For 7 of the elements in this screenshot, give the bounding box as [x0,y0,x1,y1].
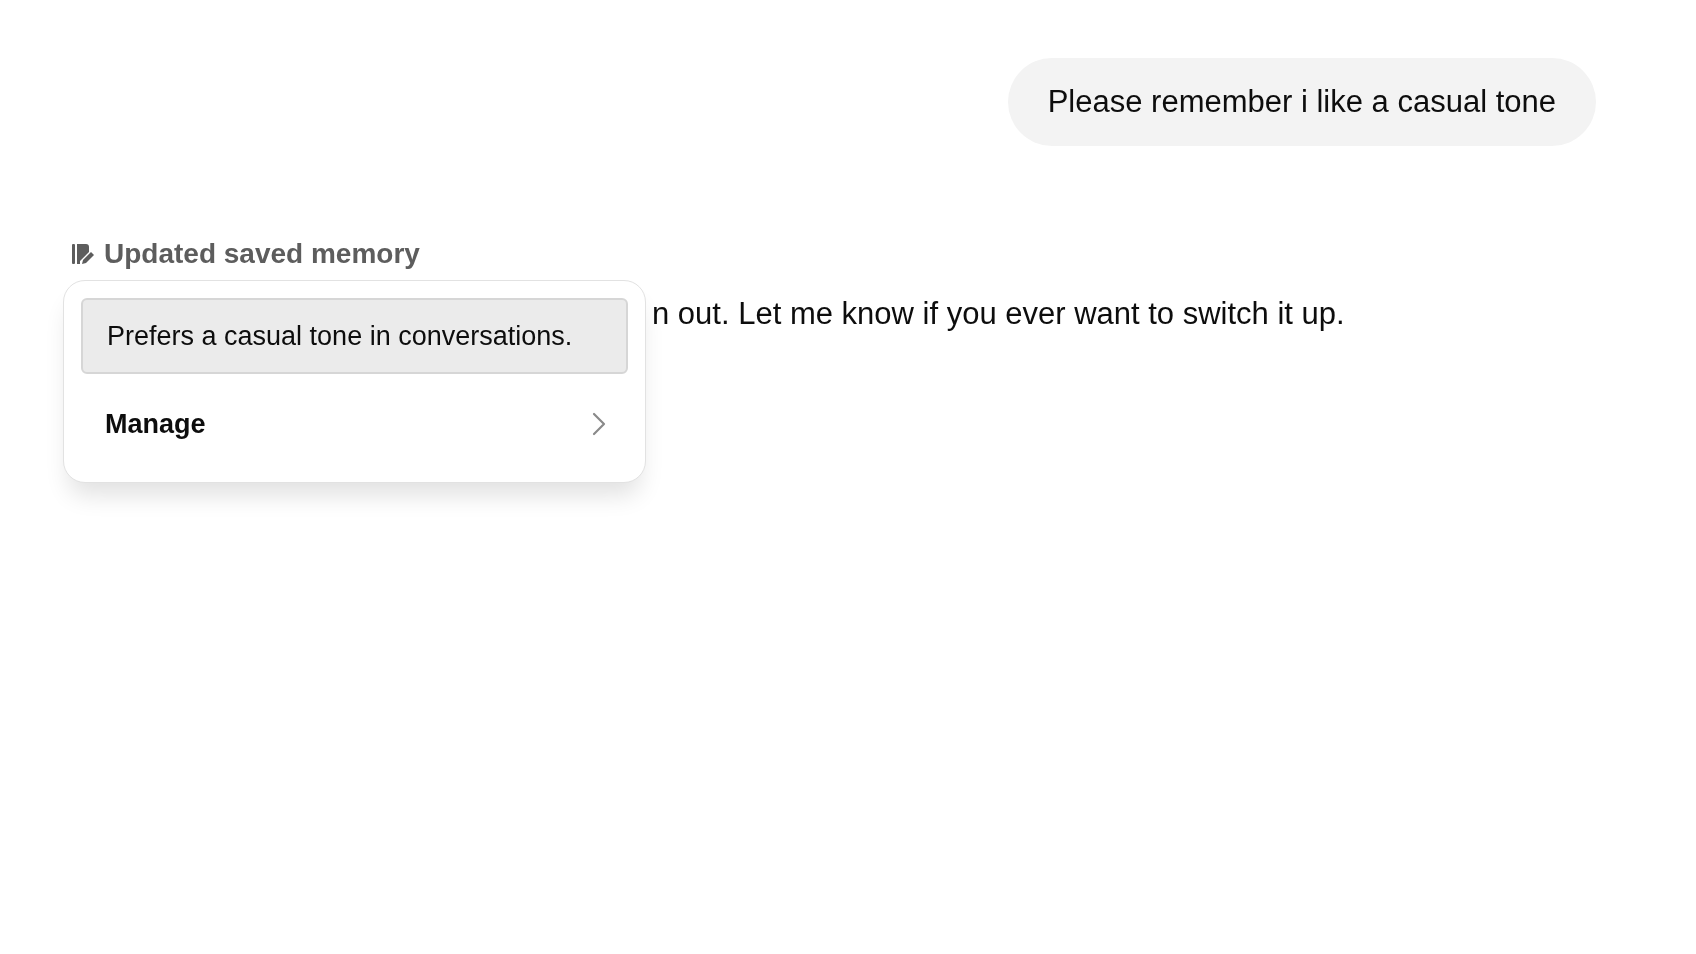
user-message-bubble: Please remember i like a casual tone [1007,58,1596,146]
chevron-right-icon [592,412,606,436]
memory-edit-icon [70,242,94,266]
memory-status-button[interactable]: Updated saved memory [104,238,420,270]
reply-text: n out. Let me know if you ever want to switch it up. [652,295,1346,333]
manage-button[interactable]: Manage [81,374,628,474]
memory-item: Prefers a casual tone in conversations. [81,298,628,374]
